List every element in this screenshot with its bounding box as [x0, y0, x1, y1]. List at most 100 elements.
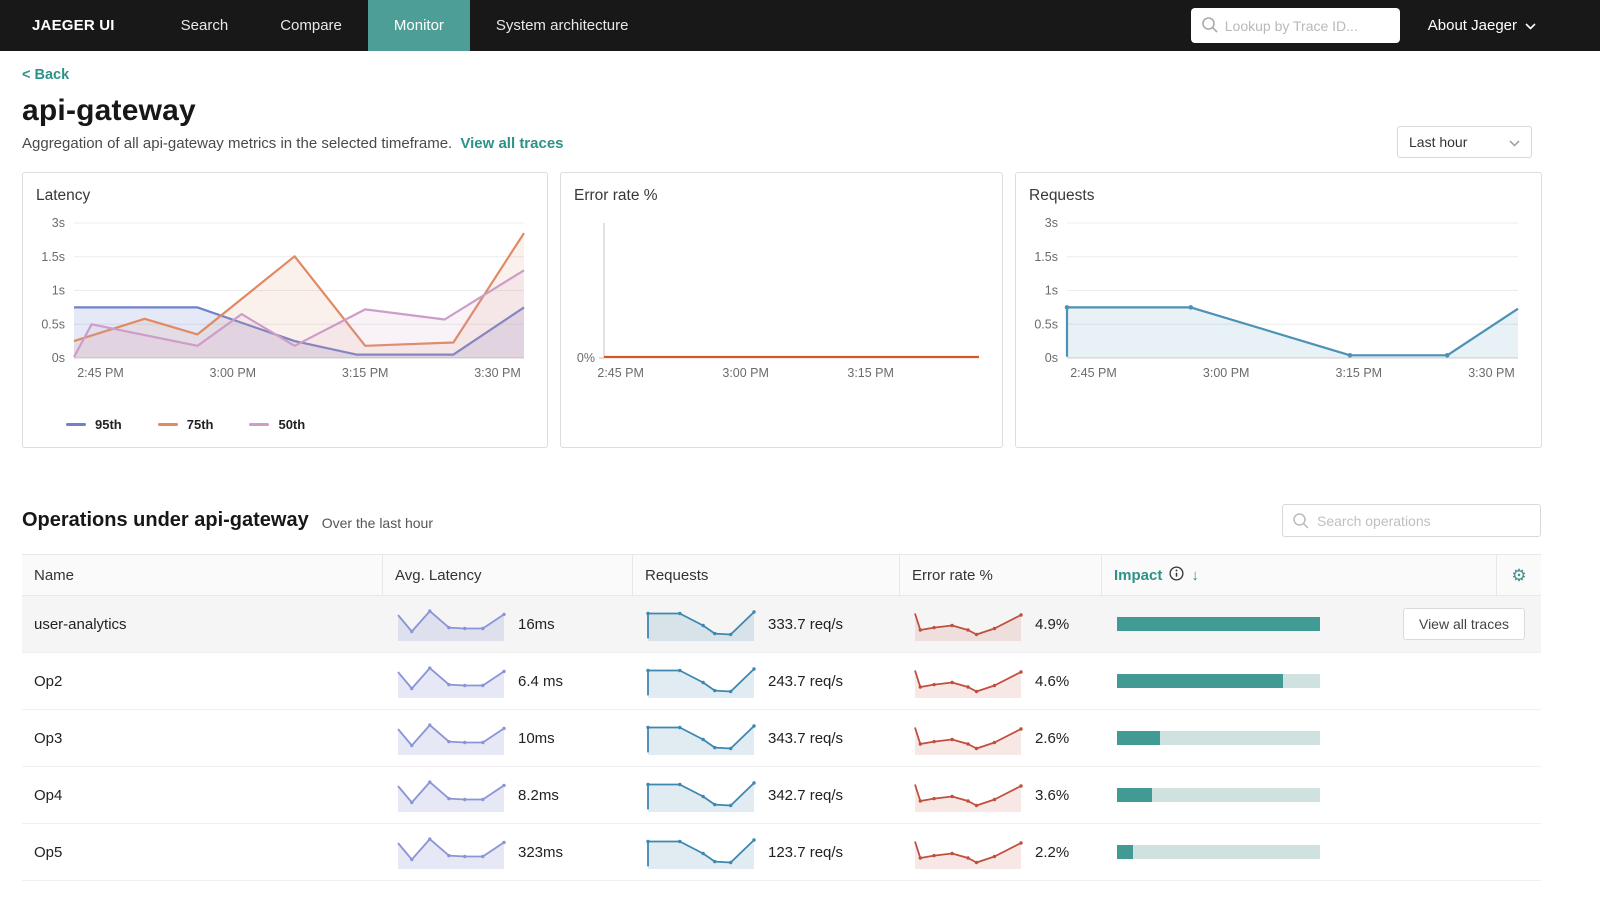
operations-header: Operations under api-gateway Over the la…: [22, 504, 1541, 537]
operation-name-text: user-analytics: [34, 615, 127, 633]
svg-text:1s: 1s: [52, 284, 65, 298]
operation-name: Op5: [22, 844, 383, 861]
nav-right: About Jaeger: [1190, 0, 1600, 51]
svg-text:1.5s: 1.5s: [41, 250, 65, 264]
about-jaeger-menu[interactable]: About Jaeger: [1428, 17, 1536, 34]
svg-text:3:30 PM: 3:30 PM: [474, 366, 521, 380]
table-row: Op2 6.4 ms 243.7 req/s 4.6%: [22, 653, 1541, 710]
error-rate-value: 3.6%: [1035, 786, 1070, 804]
latency-legend: 95th 75th 50th: [66, 417, 534, 432]
requests-value: 342.7 req/s: [768, 786, 844, 804]
latency-card: Latency 0s 0.5s 1s 1.5s 3s 2:45 PM 3:00 PM 3:15…: [22, 172, 548, 448]
impact-bar-track: [1117, 617, 1320, 631]
legend-item-50th[interactable]: 50th: [249, 417, 305, 432]
latency-card-title: Latency: [36, 187, 91, 204]
requests-cell: 343.7 req/s: [633, 720, 900, 756]
requests-sparkline: [646, 781, 756, 812]
error-sparkline: [914, 670, 1023, 698]
column-header-settings: ⚙: [1497, 555, 1541, 595]
avg-latency-value: 10ms: [518, 729, 555, 747]
svg-text:0.5s: 0.5s: [1034, 317, 1058, 331]
svg-text:3:00 PM: 3:00 PM: [210, 366, 257, 380]
requests-cell: 123.7 req/s: [633, 834, 900, 870]
requests-value: 243.7 req/s: [768, 672, 844, 690]
legend-item-95th[interactable]: 95th: [66, 417, 122, 432]
top-nav: JAEGER UI Search Compare Monitor System arc…: [0, 0, 1600, 51]
requests-sparkline: [646, 610, 756, 641]
nav-item-compare[interactable]: Compare: [254, 0, 368, 51]
trace-search-input[interactable]: [1190, 8, 1400, 43]
ops-table-body: user-analytics 16ms 333.7 req/s 4.9% View al…: [22, 596, 1541, 881]
metric-cards: Latency 0s 0.5s 1s 1.5s 3s 2:45 PM 3:00 PM 3:15…: [22, 172, 1542, 448]
avg-latency-value: 6.4 ms: [518, 672, 564, 690]
view-all-traces-button[interactable]: View all traces: [1402, 608, 1525, 640]
column-header-impact[interactable]: Impact ↓: [1102, 555, 1497, 595]
back-link[interactable]: < Back: [22, 67, 69, 83]
settings-gear-icon[interactable]: ⚙: [1511, 567, 1526, 584]
latency-sparkline: [397, 666, 506, 698]
svg-text:3:15 PM: 3:15 PM: [1336, 366, 1383, 380]
error-rate-cell: 3.6%: [900, 777, 1102, 813]
table-row: user-analytics 16ms 333.7 req/s 4.9% View al…: [22, 596, 1541, 653]
operation-name-text: Op2: [34, 672, 63, 690]
brand-logo[interactable]: JAEGER UI: [32, 0, 115, 51]
impact-bar-fill: [1117, 617, 1320, 631]
error-sparkline: [914, 841, 1023, 869]
operation-name: Op3: [22, 730, 383, 747]
nav-item-search[interactable]: Search: [155, 0, 255, 51]
latency-chart: 0s 0.5s 1s 1.5s 3s 2:45 PM 3:00 PM 3:15 PM 3:30 …: [36, 211, 534, 411]
chevron-down-icon: [1525, 17, 1536, 34]
operations-search: [1282, 504, 1541, 537]
svg-text:1s: 1s: [1045, 284, 1058, 298]
svg-text:3:00 PM: 3:00 PM: [1203, 366, 1250, 380]
legend-item-75th[interactable]: 75th: [157, 417, 214, 432]
requests-chart: 0s 0.5s 1s 1.5s 3s 2:45 PM 3:00 PM 3:15 PM 3:30 …: [1029, 211, 1528, 411]
requests-value: 343.7 req/s: [768, 729, 844, 747]
svg-text:0.5s: 0.5s: [41, 317, 65, 331]
requests-sparkline: [646, 667, 756, 698]
impact-bar-track: [1117, 731, 1320, 745]
table-row: Op3 10ms 343.7 req/s 2.6%: [22, 710, 1541, 767]
requests-card: Requests 0s 0.5s 1s 1.5s 3s 2:45 PM 3:00 PM 3:1…: [1015, 172, 1542, 448]
legend-swatch: [66, 423, 86, 426]
operations-search-input[interactable]: [1282, 504, 1541, 537]
error-rate-cell: 4.9%: [900, 606, 1102, 642]
svg-text:0s: 0s: [52, 351, 65, 365]
impact-bar-track: [1117, 788, 1320, 802]
error-rate-cell: 4.6%: [900, 663, 1102, 699]
column-header-requests[interactable]: Requests: [633, 555, 900, 595]
nav-item-system-architecture[interactable]: System architecture: [470, 0, 655, 51]
column-header-name[interactable]: Name: [22, 555, 383, 595]
svg-text:2:45 PM: 2:45 PM: [1070, 366, 1117, 380]
column-header-avg-latency[interactable]: Avg. Latency: [383, 555, 633, 595]
legend-swatch: [157, 423, 178, 426]
table-row: Op5 323ms 123.7 req/s 2.2%: [22, 824, 1541, 881]
impact-label: Impact: [1114, 566, 1163, 584]
view-all-traces-link[interactable]: View all traces: [460, 135, 563, 152]
legend-label: 75th: [186, 417, 214, 432]
operation-name: Op4: [22, 787, 383, 804]
svg-text:3:15 PM: 3:15 PM: [342, 366, 389, 380]
operation-name-text: Op4: [34, 786, 63, 804]
avg-latency-cell: 6.4 ms: [383, 663, 633, 699]
trace-search: [1190, 8, 1400, 43]
avg-latency-cell: 323ms: [383, 834, 633, 870]
chevron-down-icon: [1509, 134, 1520, 150]
error-sparkline: [914, 784, 1023, 812]
about-jaeger-label: About Jaeger: [1427, 17, 1517, 34]
timeframe-value: Last hour: [1409, 134, 1468, 150]
table-row: Op4 8.2ms 342.7 req/s 3.6%: [22, 767, 1541, 824]
info-icon[interactable]: [1169, 565, 1184, 585]
svg-text:3s: 3s: [1045, 216, 1058, 230]
error-rate-value: 4.6%: [1035, 672, 1070, 690]
operation-name: user-analytics: [22, 616, 383, 633]
main-content: < Back api-gateway Aggregation of all ap…: [22, 51, 1542, 881]
sort-desc-arrow-icon: ↓: [1191, 566, 1199, 584]
timeframe-select[interactable]: Last hour: [1397, 126, 1532, 158]
error-rate-value: 2.6%: [1035, 729, 1070, 747]
svg-text:2:45 PM: 2:45 PM: [597, 366, 644, 380]
svg-text:0s: 0s: [1045, 351, 1058, 365]
nav-item-monitor[interactable]: Monitor: [367, 0, 470, 51]
column-header-error-rate[interactable]: Error rate %: [900, 555, 1102, 595]
requests-card-title: Requests: [1029, 187, 1095, 204]
